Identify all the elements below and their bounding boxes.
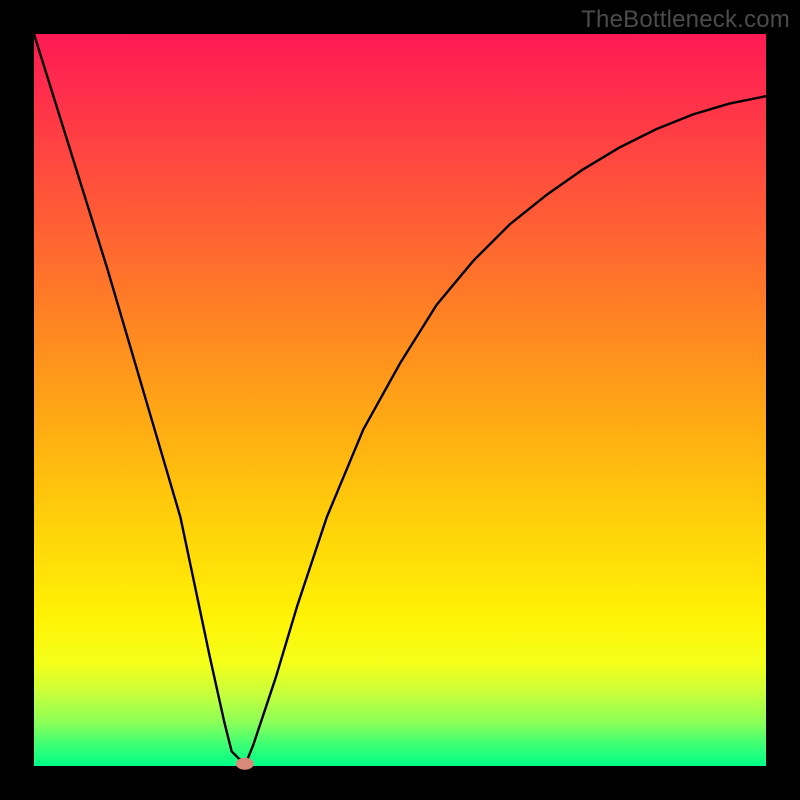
curve-svg — [34, 34, 766, 766]
minimum-marker — [236, 758, 254, 770]
watermark-label: TheBottleneck.com — [581, 6, 790, 34]
bottleneck-curve — [34, 34, 766, 762]
chart-frame: TheBottleneck.com — [0, 0, 800, 800]
plot-area — [34, 34, 766, 766]
